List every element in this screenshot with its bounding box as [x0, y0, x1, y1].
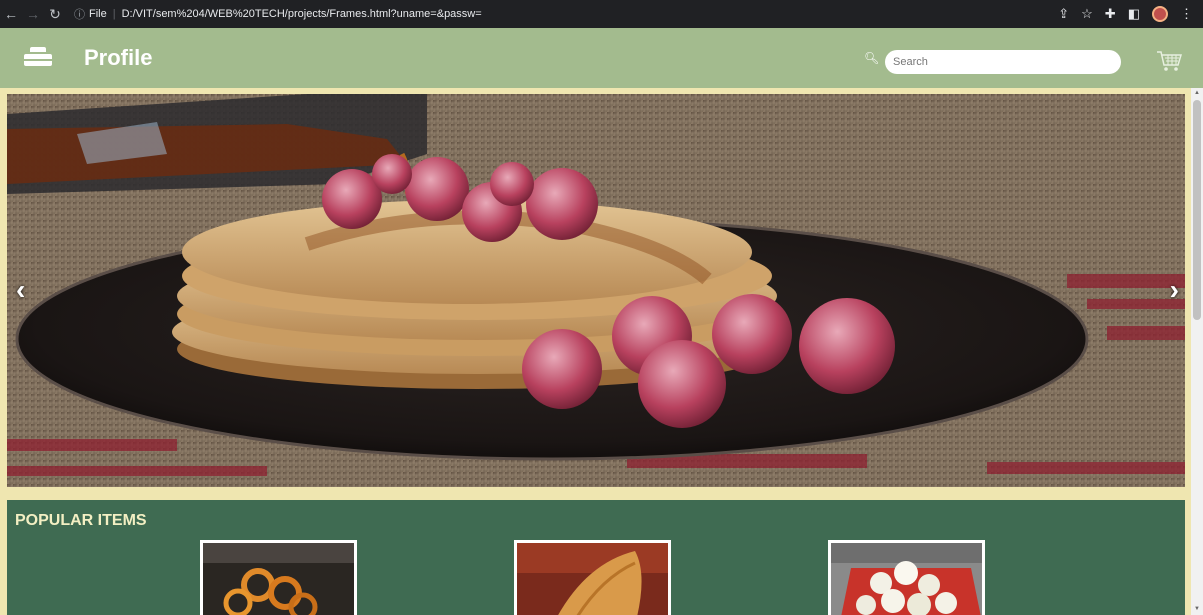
back-icon[interactable]: ← — [0, 0, 22, 28]
address-bar[interactable]: ⓘ File | D:/VIT/sem%204/WEB%20TECH/proje… — [74, 3, 1058, 25]
carousel-prev-button[interactable]: ‹ — [16, 274, 25, 306]
scroll-up-icon[interactable]: ▲ — [1194, 90, 1200, 96]
page-title[interactable]: Profile — [84, 45, 152, 71]
address-separator: | — [112, 8, 116, 20]
extensions-icon[interactable]: ✚ — [1105, 6, 1116, 22]
scrollbar-thumb[interactable] — [1193, 100, 1201, 320]
site-header: Profile 🔍︎ — [0, 28, 1203, 88]
printer-logo-icon[interactable] — [24, 47, 52, 69]
reload-icon[interactable]: ↻ — [44, 0, 66, 28]
image-carousel: ‹ › — [7, 94, 1185, 487]
info-icon: ⓘ — [74, 9, 85, 21]
share-icon[interactable]: ⇪ — [1058, 6, 1069, 22]
page-scrollbar[interactable]: ▲ ▼ — [1191, 88, 1203, 615]
url-text: D:/VIT/sem%204/WEB%20TECH/projects/Frame… — [121, 8, 482, 20]
carousel-next-button[interactable]: › — [1170, 274, 1179, 306]
jalebi-image — [203, 543, 354, 615]
search-icon: 🔍︎ — [864, 51, 880, 65]
popular-item-card-1[interactable] — [200, 540, 357, 615]
popular-items-section: POPULAR ITEMS — [7, 500, 1185, 615]
forward-icon[interactable]: → — [22, 0, 44, 28]
menu-kebab-icon[interactable]: ⋮ — [1180, 6, 1193, 22]
popular-item-card-2[interactable] — [514, 540, 671, 615]
browser-toolbar: ← → ↻ ⓘ File | D:/VIT/sem%204/WEB%20TECH… — [0, 0, 1203, 28]
cart-icon[interactable] — [1156, 50, 1182, 72]
popular-items-heading: POPULAR ITEMS — [15, 512, 147, 529]
file-label: File — [89, 8, 107, 20]
search-input[interactable] — [885, 50, 1121, 74]
side-panel-icon[interactable]: ◧ — [1128, 6, 1140, 22]
pancakes-image — [7, 94, 1185, 487]
bookmark-star-icon[interactable]: ☆ — [1081, 6, 1093, 22]
popular-item-card-3[interactable] — [828, 540, 985, 615]
rasgulla-image — [831, 543, 982, 615]
scroll-down-icon[interactable]: ▼ — [1194, 606, 1200, 612]
profile-avatar[interactable] — [1152, 6, 1168, 22]
dosa-image — [517, 543, 668, 615]
